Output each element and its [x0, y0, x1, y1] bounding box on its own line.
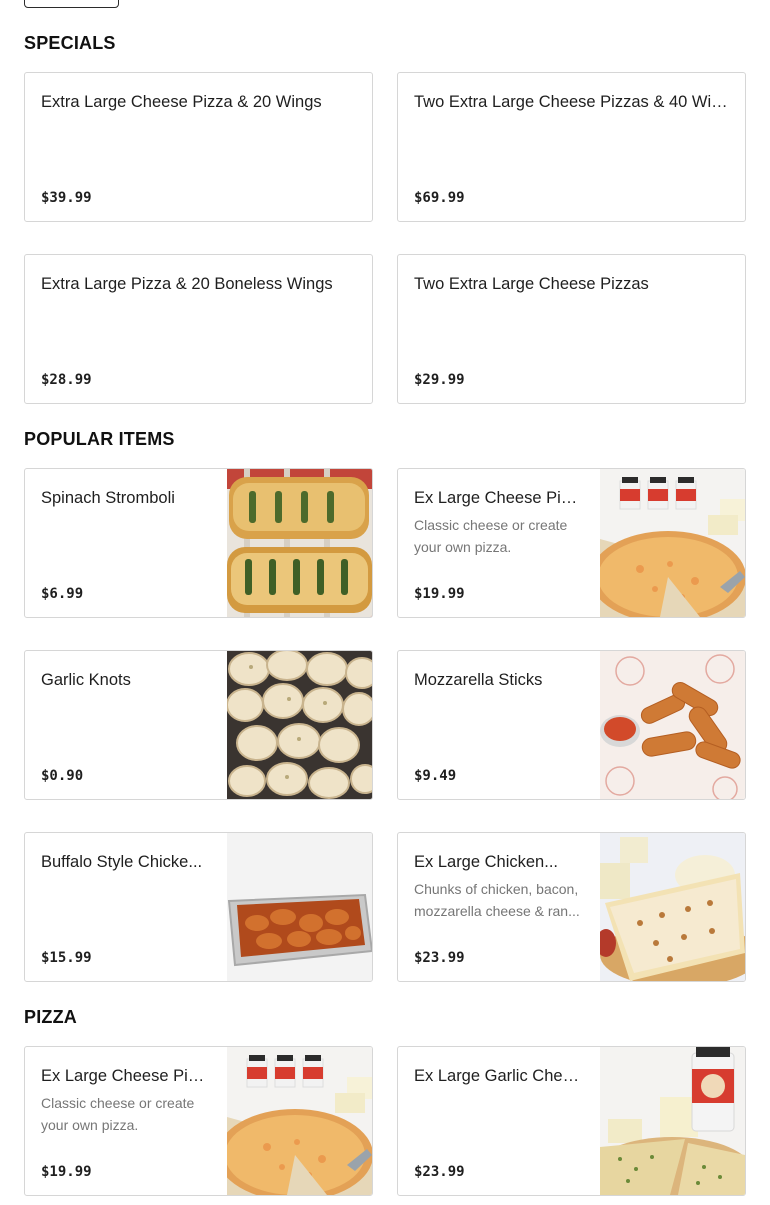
item-name: Ex Large Cheese Pizza [414, 489, 585, 507]
garlic-cheese-pizza-photo [600, 1047, 745, 1195]
menu-item-card[interactable]: Ex Large Garlic Chee... $23.99 [397, 1046, 746, 1196]
menu-item-card[interactable]: Buffalo Style Chicke... $15.99 [24, 832, 373, 982]
previous-section-button[interactable] [24, 0, 119, 8]
wings-tray-photo [227, 833, 372, 981]
menu-item-card[interactable]: Mozzarella Sticks $9.49 [397, 650, 746, 800]
item-description: Chunks of chicken, bacon, mozzarella che… [414, 881, 580, 919]
item-name: Extra Large Pizza & 20 Boneless Wings [41, 275, 333, 293]
menu-item-card[interactable]: Ex Large Cheese Pizza Classic cheese or … [24, 1046, 373, 1196]
chicken-bacon-pizza-photo [600, 833, 745, 981]
stromboli-photo [227, 469, 372, 617]
item-price: $9.49 [414, 768, 457, 784]
item-name: Ex Large Chicken... [414, 853, 558, 871]
item-name: Ex Large Garlic Chee... [414, 1067, 585, 1085]
cheese-pizza-photo [600, 469, 745, 617]
item-name: Mozzarella Sticks [414, 671, 543, 689]
menu-item-card[interactable]: Garlic Knots $0.90 [24, 650, 373, 800]
item-description: Classic cheese or create your own pizza. [41, 1095, 195, 1133]
garlic-knots-photo [227, 651, 372, 799]
menu-item-card[interactable]: Two Extra Large Cheese Pizzas $29.99 [397, 254, 746, 404]
menu-item-card[interactable]: Extra Large Pizza & 20 Boneless Wings $2… [24, 254, 373, 404]
menu-item-card[interactable]: Extra Large Cheese Pizza & 20 Wings $39.… [24, 72, 373, 222]
mozzarella-sticks-photo [600, 651, 745, 799]
pizza-grid: Ex Large Cheese Pizza Classic cheese or … [24, 1046, 746, 1205]
popular-items-grid: Spinach Stromboli $6.99 Ex Large Cheese … [24, 468, 746, 1014]
item-price: $19.99 [41, 1164, 92, 1180]
item-name: Two Extra Large Cheese Pizzas & 40 Wings [414, 93, 729, 111]
item-price: $0.90 [41, 768, 84, 784]
item-price: $15.99 [41, 950, 92, 966]
section-title-specials: SPECIALS [24, 33, 116, 53]
section-title-pizza: PIZZA [24, 1007, 77, 1027]
item-price: $69.99 [414, 190, 465, 206]
item-price: $28.99 [41, 372, 92, 388]
item-price: $23.99 [414, 1164, 465, 1180]
menu-item-card[interactable]: Ex Large Cheese Pizza Classic cheese or … [397, 468, 746, 618]
item-name: Ex Large Cheese Pizza [41, 1067, 212, 1085]
item-price: $19.99 [414, 586, 465, 602]
item-name: Spinach Stromboli [41, 489, 175, 507]
item-name: Garlic Knots [41, 671, 131, 689]
item-name: Buffalo Style Chicke... [41, 853, 203, 871]
menu-item-card[interactable]: Spinach Stromboli $6.99 [24, 468, 373, 618]
item-price: $23.99 [414, 950, 465, 966]
item-price: $6.99 [41, 586, 84, 602]
item-price: $39.99 [41, 190, 92, 206]
cheese-pizza-photo [227, 1047, 372, 1195]
menu-item-card[interactable]: Ex Large Chicken... Chunks of chicken, b… [397, 832, 746, 982]
item-price: $29.99 [414, 372, 465, 388]
section-title-popular-items: POPULAR ITEMS [24, 429, 175, 449]
item-name: Two Extra Large Cheese Pizzas [414, 275, 649, 293]
menu-item-card[interactable]: Two Extra Large Cheese Pizzas & 40 Wings… [397, 72, 746, 222]
specials-grid: Extra Large Cheese Pizza & 20 Wings $39.… [24, 72, 746, 436]
item-name: Extra Large Cheese Pizza & 20 Wings [41, 93, 322, 111]
item-description: Classic cheese or create your own pizza. [414, 517, 568, 555]
